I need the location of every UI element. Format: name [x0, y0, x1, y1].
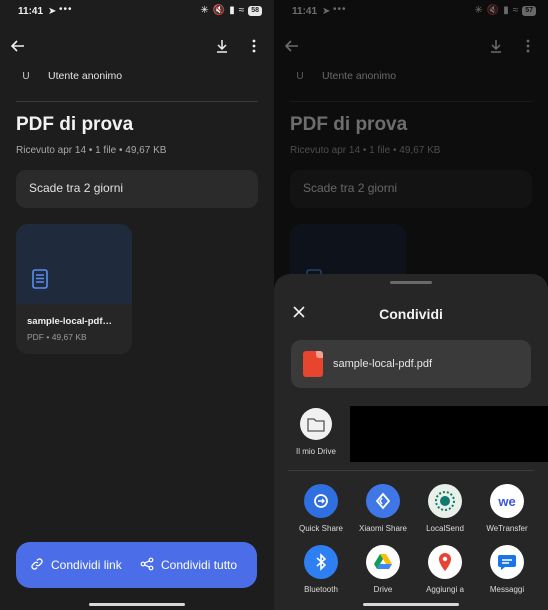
app-drive[interactable]: Drive: [352, 545, 414, 594]
share-all-label: Condividi tutto: [161, 558, 238, 572]
app-maps[interactable]: Aggiungi a: [414, 545, 476, 594]
gesture-bar: [89, 603, 185, 606]
drag-handle[interactable]: [390, 281, 432, 284]
sender-row: U Utente anonimo: [16, 70, 122, 82]
more-vert-icon[interactable]: [246, 38, 262, 59]
status-time: 11:41: [18, 6, 44, 17]
share-all-button[interactable]: Condividi tutto: [136, 542, 237, 588]
mute-icon: 🔇: [212, 5, 226, 16]
direct-share-label: Il mio Drive: [295, 447, 336, 456]
file-card[interactable]: sample-local-pdf… PDF • 49,67 KB: [16, 224, 132, 354]
back-arrow-icon[interactable]: [10, 38, 26, 59]
status-icons: ✳ 🔇 ▮ ≈ 58: [200, 5, 262, 16]
share-sheet-title: Condividi: [379, 306, 443, 322]
document-icon: [29, 268, 51, 295]
download-icon[interactable]: [214, 38, 230, 59]
divider: [16, 101, 258, 102]
sender-name: Utente anonimo: [48, 70, 123, 82]
share-link-label: Condividi link: [51, 558, 122, 572]
app-label: Aggiungi a: [426, 585, 464, 594]
app-label: LocalSend: [426, 524, 464, 533]
quick-share-icon: [304, 484, 338, 518]
signal-icon: ▮: [229, 5, 235, 16]
app-messages[interactable]: Messaggi: [476, 545, 538, 594]
messages-icon: [490, 545, 524, 579]
share-link-button[interactable]: Condividi link: [16, 542, 136, 588]
page-title: PDF di prova: [16, 114, 134, 135]
share-apps-grid: Quick Share Xiaomi Share LocalSend we We…: [290, 484, 538, 594]
app-label: Xiaomi Share: [358, 524, 408, 533]
shared-file-row: sample-local-pdf.pdf: [291, 340, 531, 388]
telegram-icon: ➤: [48, 6, 57, 17]
shared-file-name: sample-local-pdf.pdf: [333, 358, 433, 370]
app-bluetooth[interactable]: Bluetooth: [290, 545, 352, 594]
gesture-bar: [363, 603, 459, 606]
bluetooth-status-icon: ✳: [200, 5, 209, 16]
drive-folder-icon: [300, 408, 332, 440]
avatar: U: [22, 70, 30, 82]
file-meta: PDF • 49,67 KB: [27, 332, 87, 342]
app-localsend[interactable]: LocalSend: [414, 484, 476, 533]
transfer-meta: Ricevuto apr 14 • 1 file • 49,67 KB: [16, 145, 167, 156]
app-label: Quick Share: [298, 524, 344, 533]
battery-icon: 58: [248, 5, 262, 16]
drive-icon: [366, 545, 400, 579]
share-icon: [140, 557, 154, 574]
pdf-file-icon: [303, 351, 323, 377]
app-label: Messaggi: [489, 585, 525, 594]
status-bar: 11:41 ➤ ••• ✳ 🔇 ▮ ≈ 58: [0, 0, 274, 24]
redacted-area: [350, 406, 548, 462]
localsend-icon: [428, 484, 462, 518]
status-more: •••: [59, 4, 73, 15]
share-bar: Condividi link Condividi tutto: [16, 542, 257, 588]
wetransfer-icon: we: [490, 484, 524, 518]
app-label: Drive: [373, 585, 393, 594]
right-screen: 11:41 ➤ ••• ✳ 🔇 ▮ ≈ 57 U Utente anonimo …: [274, 0, 548, 610]
share-sheet: Condividi sample-local-pdf.pdf Il mio Dr…: [274, 274, 548, 610]
file-thumbnail: [16, 224, 132, 304]
app-xiaomi-share[interactable]: Xiaomi Share: [352, 484, 414, 533]
app-quick-share[interactable]: Quick Share: [290, 484, 352, 533]
app-wetransfer[interactable]: we WeTransfer: [476, 484, 538, 533]
app-label: Bluetooth: [304, 585, 338, 594]
expiry-banner: Scade tra 2 giorni: [16, 170, 258, 208]
divider: [288, 470, 534, 471]
bluetooth-icon: [304, 545, 338, 579]
top-bar: [0, 34, 274, 62]
wifi-icon: ≈: [238, 5, 245, 16]
link-icon: [30, 557, 44, 574]
left-screen: 11:41 ➤ ••• ✳ 🔇 ▮ ≈ 58 U Utente anonimo …: [0, 0, 274, 610]
file-name: sample-local-pdf…: [27, 316, 112, 327]
direct-share-my-drive[interactable]: Il mio Drive: [292, 408, 340, 456]
app-label: WeTransfer: [486, 524, 528, 533]
maps-icon: [428, 545, 462, 579]
xiaomi-share-icon: [366, 484, 400, 518]
